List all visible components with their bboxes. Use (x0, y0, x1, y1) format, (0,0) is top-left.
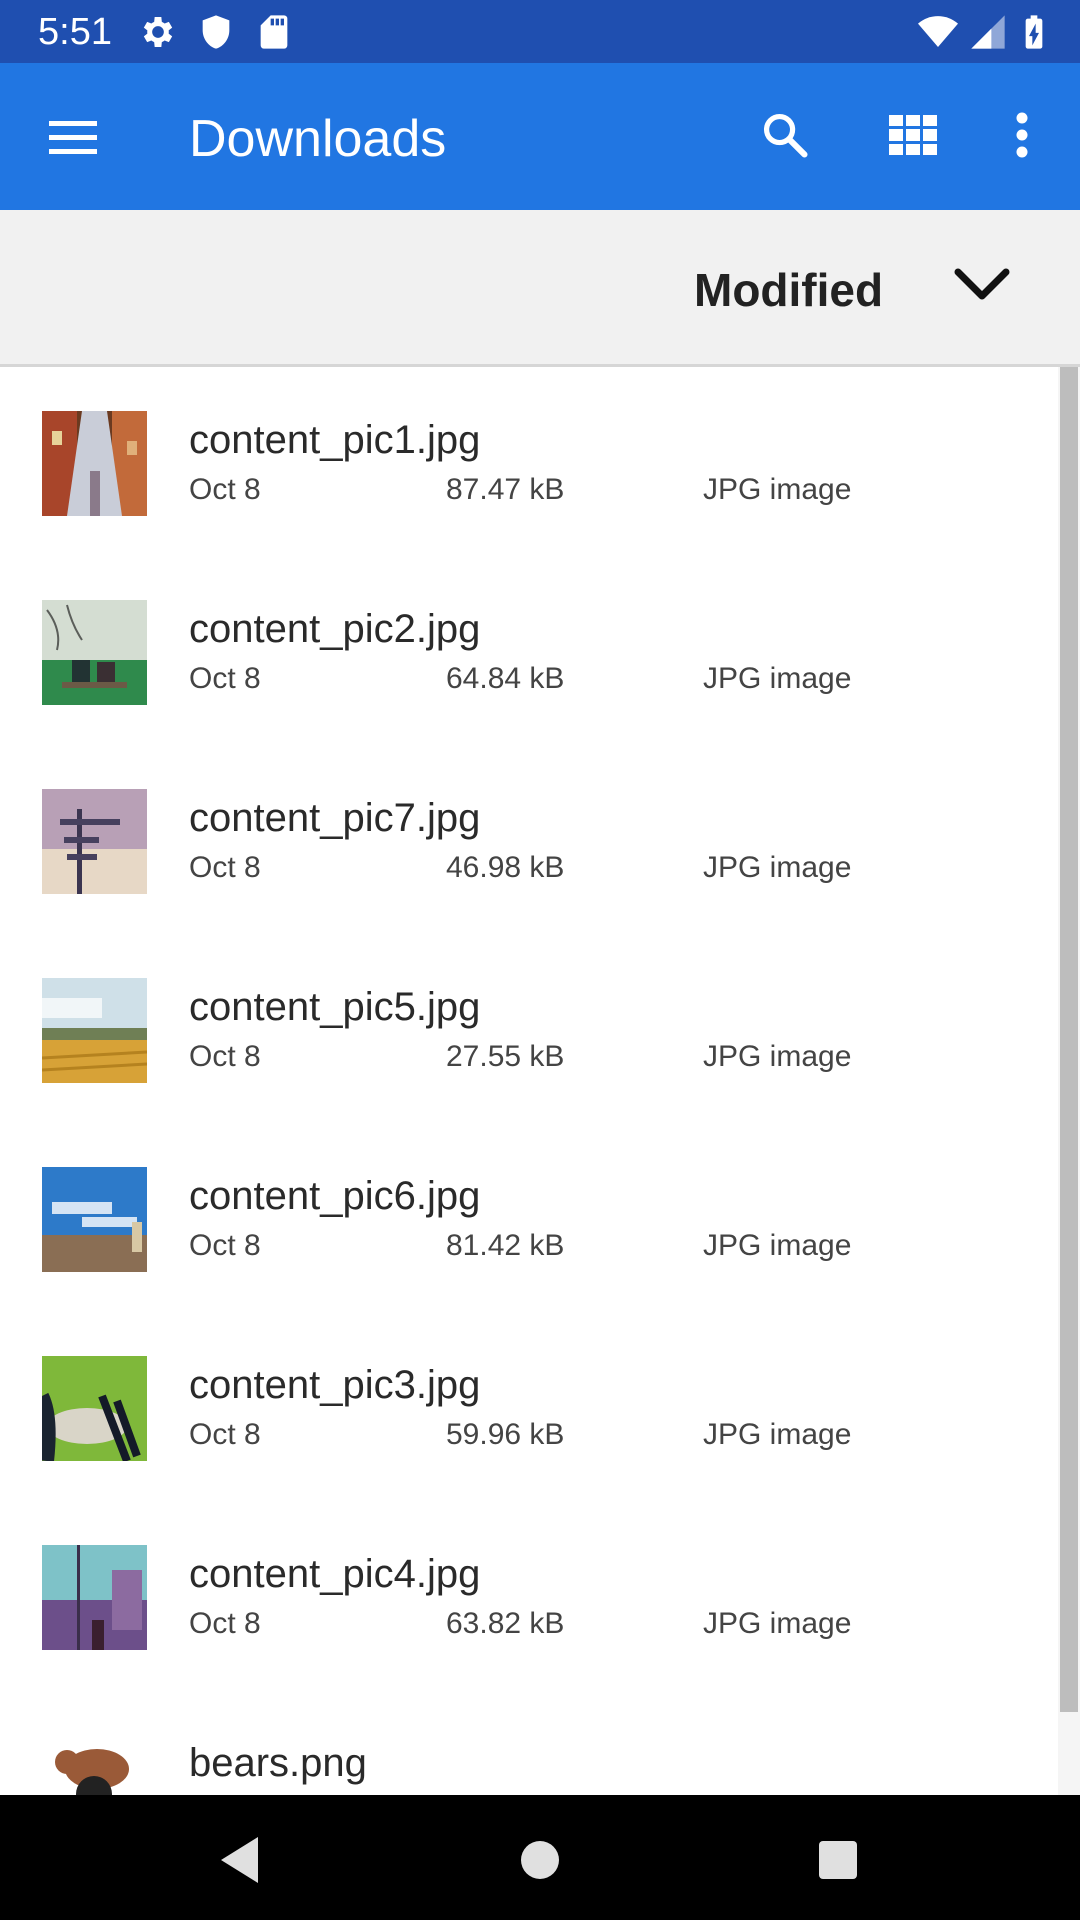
file-type: JPG image (703, 473, 852, 506)
file-thumbnail (42, 978, 147, 1083)
file-size: 59.96 kB (446, 1418, 565, 1451)
file-thumbnail (42, 789, 147, 894)
more-vert-icon (1016, 112, 1028, 158)
page-title: Downloads (189, 110, 447, 168)
file-size: 46.98 kB (446, 851, 565, 884)
back-triangle-icon (221, 1837, 258, 1883)
status-time: 5:51 (38, 11, 112, 53)
list-item[interactable]: content_pic6.jpg Oct 8 81.42 kB JPG imag… (0, 1123, 1058, 1312)
list-item[interactable]: content_pic4.jpg Oct 8 63.82 kB JPG imag… (0, 1501, 1058, 1690)
system-nav-bar (0, 1795, 1080, 1920)
file-thumbnail (42, 1734, 147, 1795)
file-size: 87.47 kB (446, 473, 565, 506)
file-size: 81.42 kB (446, 1229, 565, 1262)
shield-icon (202, 15, 230, 49)
file-type: JPG image (703, 1229, 852, 1262)
file-type: JPG image (703, 1607, 852, 1640)
file-name: content_pic7.jpg (189, 796, 481, 840)
list-item[interactable]: content_pic2.jpg Oct 8 64.84 kB JPG imag… (0, 556, 1058, 745)
file-date: Oct 8 (189, 1418, 261, 1451)
file-thumbnail (42, 411, 147, 516)
list-item[interactable]: bears.png (0, 1690, 1058, 1795)
file-type: JPG image (703, 1418, 852, 1451)
file-type: JPG image (703, 851, 852, 884)
grid-view-icon (889, 115, 937, 155)
file-name: content_pic4.jpg (189, 1552, 481, 1596)
recents-square-icon (819, 1841, 857, 1879)
wifi-icon (918, 16, 958, 47)
search-icon (763, 113, 808, 158)
file-list: content_pic1.jpg Oct 8 87.47 kB JPG imag… (0, 367, 1058, 1795)
file-name: content_pic2.jpg (189, 607, 481, 651)
file-thumbnail (42, 1545, 147, 1650)
battery-charging-icon (1025, 15, 1043, 49)
hamburger-menu-icon (49, 121, 97, 154)
file-name: content_pic6.jpg (189, 1174, 481, 1218)
file-size: 64.84 kB (446, 662, 565, 695)
file-date: Oct 8 (189, 473, 261, 506)
gear-icon (143, 17, 173, 47)
file-size: 27.55 kB (446, 1040, 565, 1073)
file-thumbnail (42, 1167, 147, 1272)
scrollbar-thumb[interactable] (1060, 367, 1078, 1712)
back-button[interactable] (205, 1825, 275, 1895)
file-date: Oct 8 (189, 851, 261, 884)
file-date: Oct 8 (189, 662, 261, 695)
file-date: Oct 8 (189, 1040, 261, 1073)
list-item[interactable]: content_pic1.jpg Oct 8 87.47 kB JPG imag… (0, 367, 1058, 556)
file-thumbnail (42, 600, 147, 705)
chevron-down-icon[interactable] (952, 262, 1012, 306)
file-size: 63.82 kB (446, 1607, 565, 1640)
recents-button[interactable] (803, 1825, 873, 1895)
file-name: content_pic3.jpg (189, 1363, 481, 1407)
cell-signal-icon (971, 15, 1005, 49)
list-item[interactable]: content_pic7.jpg Oct 8 46.98 kB JPG imag… (0, 745, 1058, 934)
sort-label[interactable]: Modified (694, 265, 883, 315)
file-thumbnail (42, 1356, 147, 1461)
file-date: Oct 8 (189, 1229, 261, 1262)
status-bar: 5:51 (0, 0, 1080, 63)
file-date: Oct 8 (189, 1607, 261, 1640)
list-item[interactable]: content_pic3.jpg Oct 8 59.96 kB JPG imag… (0, 1312, 1058, 1501)
grid-view-button[interactable] (873, 95, 953, 175)
home-circle-icon (521, 1841, 559, 1879)
sd-card-icon (260, 15, 288, 49)
file-name: content_pic5.jpg (189, 985, 481, 1029)
file-type: JPG image (703, 1040, 852, 1073)
file-type: JPG image (703, 662, 852, 695)
sort-bar[interactable]: Modified (0, 210, 1080, 367)
hamburger-menu-button[interactable] (33, 97, 113, 177)
app-bar: Downloads (0, 63, 1080, 210)
search-button[interactable] (745, 95, 825, 175)
more-options-button[interactable] (982, 95, 1062, 175)
home-button[interactable] (505, 1825, 575, 1895)
file-name: content_pic1.jpg (189, 418, 481, 462)
file-name: bears.png (189, 1741, 367, 1785)
list-item[interactable]: content_pic5.jpg Oct 8 27.55 kB JPG imag… (0, 934, 1058, 1123)
